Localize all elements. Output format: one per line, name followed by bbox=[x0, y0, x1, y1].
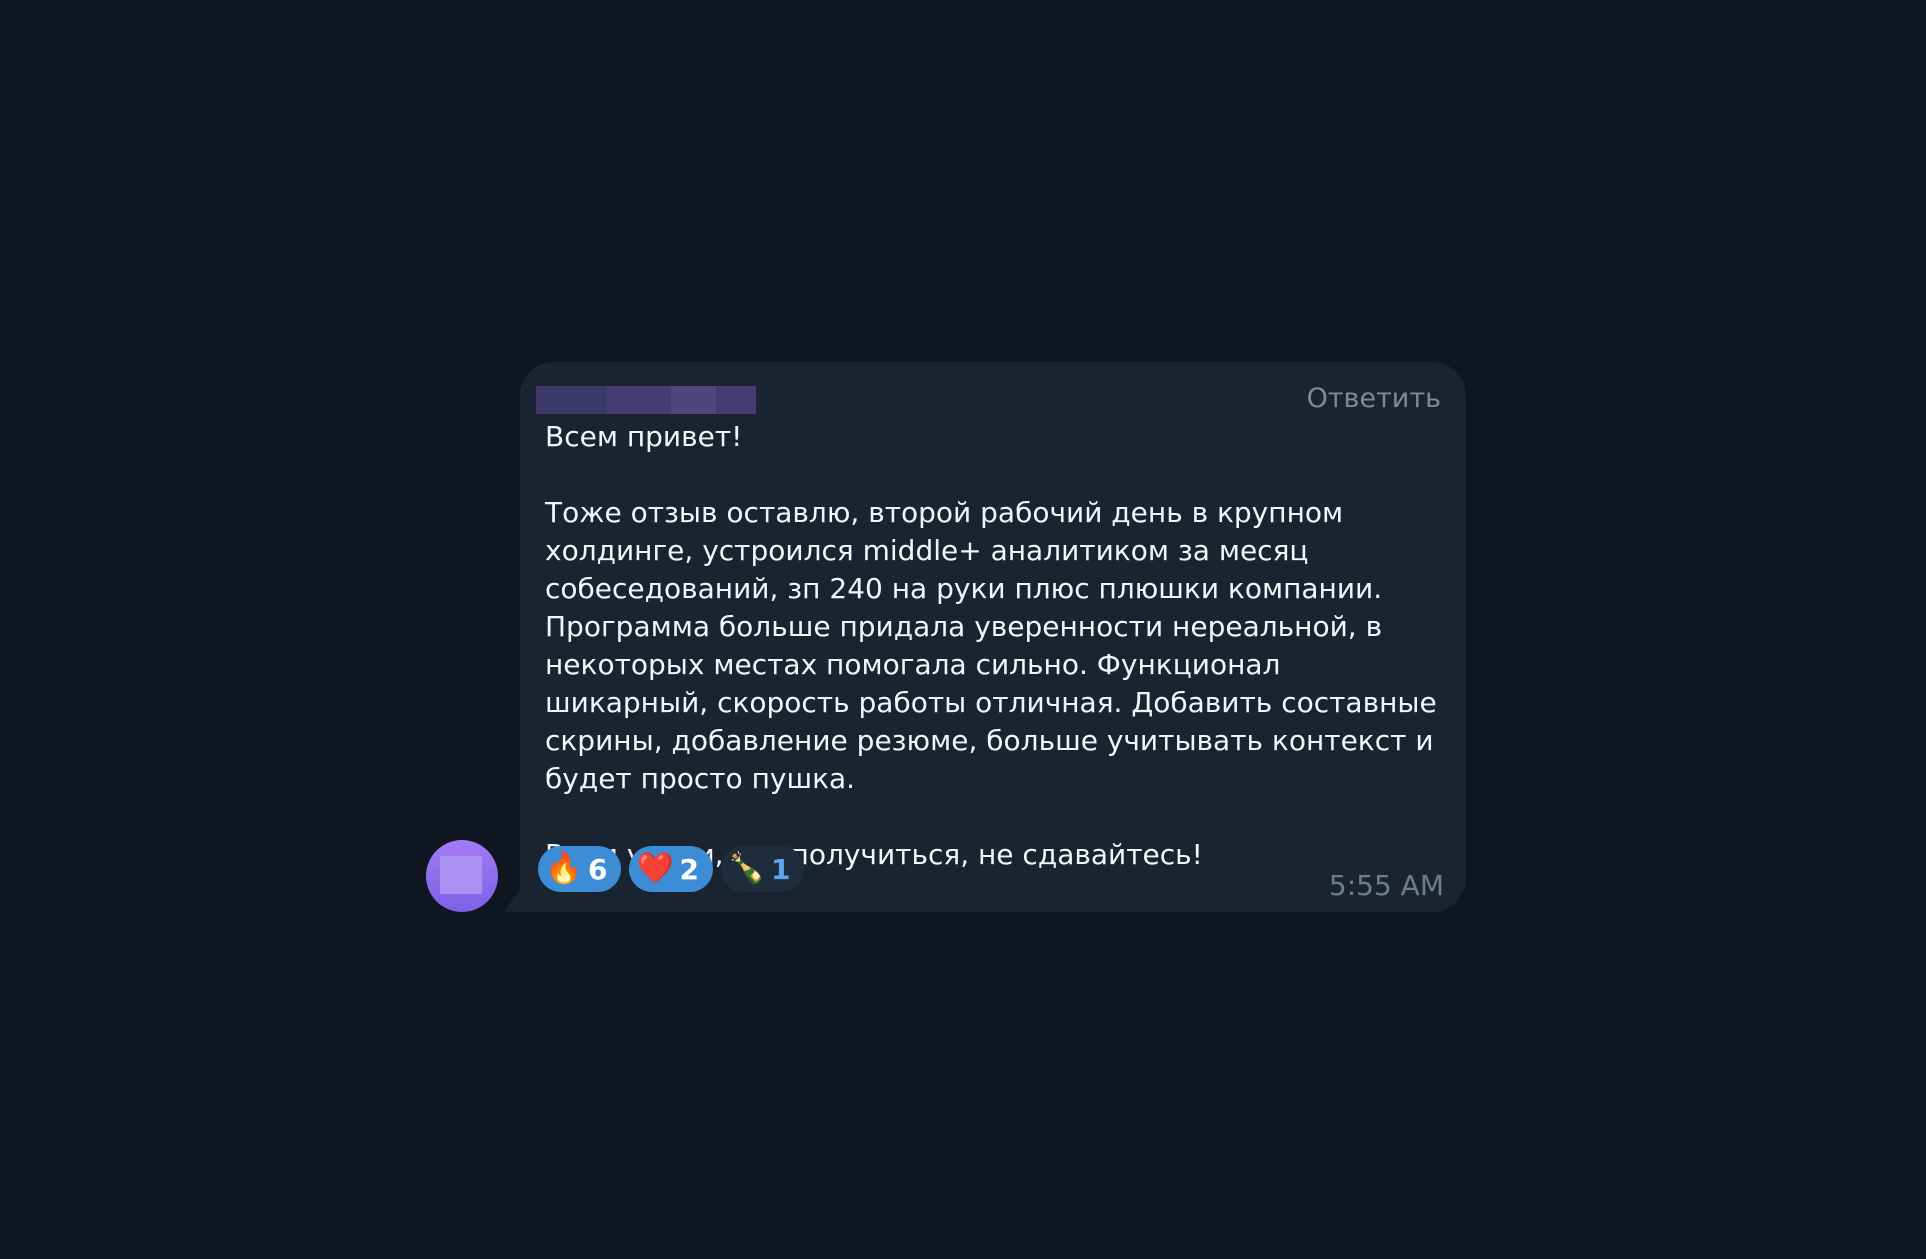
avatar-blur bbox=[440, 856, 482, 894]
message-row: Ответить Всем привет! Тоже отзыв оставлю… bbox=[426, 362, 1466, 912]
sender-name-redacted[interactable] bbox=[536, 386, 756, 414]
heart-icon: ❤️ bbox=[636, 851, 675, 886]
chat-view: Ответить Всем привет! Тоже отзыв оставлю… bbox=[0, 0, 1926, 1259]
fire-icon: 🔥 bbox=[545, 851, 583, 886]
reaction-champagne[interactable]: 🍾 1 bbox=[720, 846, 805, 892]
sender-avatar[interactable] bbox=[426, 840, 498, 912]
message-timestamp: 5:55 AM bbox=[1328, 869, 1444, 902]
reaction-count: 6 bbox=[588, 852, 608, 886]
message-bubble[interactable]: Ответить Всем привет! Тоже отзыв оставлю… bbox=[520, 362, 1466, 912]
reaction-fire[interactable]: 🔥 6 bbox=[538, 846, 622, 892]
reaction-count: 2 bbox=[679, 852, 699, 886]
reaction-count: 1 bbox=[770, 852, 791, 886]
reactions-bar: 🔥 6 ❤️ 2 🍾 1 bbox=[538, 846, 805, 892]
reaction-heart[interactable]: ❤️ 2 bbox=[629, 846, 713, 892]
champagne-icon: 🍾 bbox=[728, 851, 766, 886]
reply-button[interactable]: Ответить bbox=[1307, 383, 1441, 414]
message-text: Всем привет! Тоже отзыв оставлю, второй … bbox=[545, 420, 1437, 871]
